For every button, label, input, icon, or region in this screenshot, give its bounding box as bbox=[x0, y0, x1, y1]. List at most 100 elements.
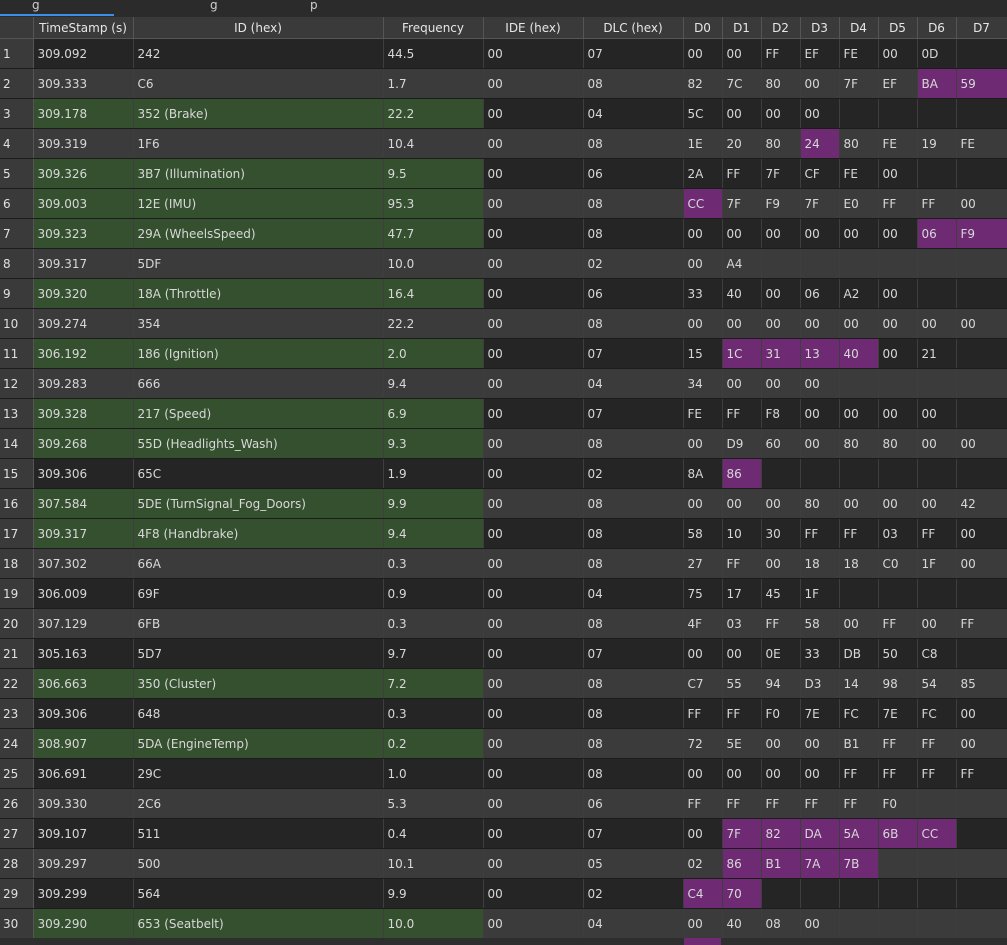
data-byte-cell-d7[interactable]: FF bbox=[956, 608, 1007, 639]
ide-cell[interactable]: 00 bbox=[483, 638, 584, 669]
data-byte-cell-d6[interactable] bbox=[917, 368, 957, 399]
data-byte-cell-d0[interactable]: 1E bbox=[683, 128, 723, 159]
row-number[interactable]: 9 bbox=[0, 278, 34, 309]
row-number[interactable]: 13 bbox=[0, 398, 34, 429]
data-byte-cell-d4[interactable]: 7F bbox=[839, 68, 879, 99]
timestamp-cell[interactable]: 309.107 bbox=[33, 818, 134, 849]
timestamp-cell[interactable]: 309.317 bbox=[33, 518, 134, 549]
timestamp-cell[interactable]: 309.283 bbox=[33, 368, 134, 399]
data-byte-cell-d3[interactable]: 7F bbox=[800, 188, 840, 219]
frequency-cell[interactable]: 1.7 bbox=[383, 68, 484, 99]
data-byte-cell-d6[interactable]: FF bbox=[917, 188, 957, 219]
dlc-cell[interactable]: 08 bbox=[583, 218, 684, 249]
row-number[interactable]: 20 bbox=[0, 608, 34, 639]
frequency-cell[interactable]: 1.0 bbox=[383, 758, 484, 789]
data-byte-cell-d6[interactable]: FC bbox=[917, 698, 957, 729]
timestamp-cell[interactable]: 308.907 bbox=[33, 728, 134, 759]
frequency-cell[interactable]: 9.7 bbox=[383, 638, 484, 669]
row-number[interactable]: 24 bbox=[0, 728, 34, 759]
data-byte-cell-d4[interactable] bbox=[839, 908, 879, 939]
data-byte-cell-d1[interactable]: 17 bbox=[722, 578, 762, 609]
timestamp-cell[interactable]: 309.333 bbox=[33, 68, 134, 99]
data-byte-cell-d5[interactable] bbox=[878, 458, 918, 489]
id-cell[interactable]: 2C6 bbox=[133, 788, 384, 819]
dlc-cell[interactable]: 07 bbox=[583, 638, 684, 669]
row-number[interactable]: 6 bbox=[0, 188, 34, 219]
table-row[interactable]: 29 309.299 564 9.9 00 02 C4 70 bbox=[0, 878, 1007, 909]
data-byte-cell-d7[interactable] bbox=[956, 908, 1007, 939]
data-byte-cell-d7[interactable] bbox=[956, 458, 1007, 489]
data-byte-cell-d1[interactable]: 10 bbox=[722, 518, 762, 549]
data-byte-cell-d1[interactable]: A4 bbox=[722, 248, 762, 279]
changed-byte-cell-d4[interactable]: 5A bbox=[839, 818, 879, 849]
table-row[interactable]: 1 309.092 242 44.5 00 07 00 00 FF EF FE 00 0D bbox=[0, 38, 1007, 69]
row-number[interactable]: 15 bbox=[0, 458, 34, 489]
table-row[interactable]: 4 309.319 1F6 10.4 00 08 1E 20 80 24 80 FE 19 FE bbox=[0, 128, 1007, 159]
data-byte-cell-d1[interactable]: 7C bbox=[722, 68, 762, 99]
column-header-d0[interactable]: D0 bbox=[683, 17, 723, 39]
table-row[interactable]: 21 305.163 5D7 9.7 00 07 00 00 0E 33 DB 50 C8 bbox=[0, 638, 1007, 669]
dlc-cell[interactable]: 04 bbox=[583, 98, 684, 129]
data-byte-cell-d0[interactable]: FF bbox=[683, 788, 723, 819]
data-byte-cell-d0[interactable]: 15 bbox=[683, 338, 723, 369]
data-byte-cell-d3[interactable]: EF bbox=[800, 38, 840, 69]
data-byte-cell-d1[interactable]: 00 bbox=[722, 368, 762, 399]
row-number[interactable]: 14 bbox=[0, 428, 34, 459]
data-byte-cell-d2[interactable]: 45 bbox=[761, 578, 801, 609]
data-byte-cell-d5[interactable] bbox=[878, 908, 918, 939]
row-number[interactable]: 17 bbox=[0, 518, 34, 549]
dlc-cell[interactable]: 05 bbox=[583, 848, 684, 879]
data-byte-cell-d2[interactable]: 0E bbox=[761, 638, 801, 669]
data-byte-cell-d7[interactable] bbox=[956, 158, 1007, 189]
timestamp-cell[interactable]: 309.299 bbox=[33, 878, 134, 909]
row-number[interactable]: 19 bbox=[0, 578, 34, 609]
data-byte-cell-d6[interactable]: 21 bbox=[917, 338, 957, 369]
data-byte-cell-d3[interactable]: 7E bbox=[800, 698, 840, 729]
data-byte-cell-d0[interactable]: 27 bbox=[683, 548, 723, 579]
frequency-cell[interactable]: 9.9 bbox=[383, 488, 484, 519]
data-byte-cell-d3[interactable]: 80 bbox=[800, 488, 840, 519]
data-byte-cell-d1[interactable]: 00 bbox=[722, 218, 762, 249]
timestamp-cell[interactable]: 306.192 bbox=[33, 338, 134, 369]
timestamp-cell[interactable]: 307.584 bbox=[33, 488, 134, 519]
data-byte-cell-d0[interactable]: 33 bbox=[683, 278, 723, 309]
data-byte-cell-d6[interactable]: 54 bbox=[917, 668, 957, 699]
data-byte-cell-d6[interactable]: FF bbox=[917, 518, 957, 549]
data-byte-cell-d1[interactable]: 20 bbox=[722, 128, 762, 159]
data-byte-cell-d1[interactable]: 40 bbox=[722, 908, 762, 939]
frequency-cell[interactable]: 44.5 bbox=[383, 38, 484, 69]
ide-cell[interactable]: 00 bbox=[483, 608, 584, 639]
data-byte-cell-d4[interactable]: FC bbox=[839, 698, 879, 729]
data-byte-cell-d0[interactable]: 00 bbox=[683, 908, 723, 939]
frequency-cell[interactable]: 95.3 bbox=[383, 188, 484, 219]
timestamp-cell[interactable]: 306.691 bbox=[33, 758, 134, 789]
id-cell[interactable]: 6FB bbox=[133, 608, 384, 639]
data-byte-cell-d3[interactable]: 00 bbox=[800, 68, 840, 99]
data-byte-cell-d2[interactable]: 00 bbox=[761, 278, 801, 309]
data-byte-cell-d1[interactable]: FF bbox=[722, 398, 762, 429]
data-byte-cell-d0[interactable]: 00 bbox=[683, 308, 723, 339]
data-byte-cell-d5[interactable]: 00 bbox=[878, 398, 918, 429]
data-byte-cell-d7[interactable]: FF bbox=[956, 758, 1007, 789]
ide-cell[interactable]: 00 bbox=[483, 398, 584, 429]
frequency-cell[interactable]: 2.0 bbox=[383, 338, 484, 369]
data-byte-cell-d7[interactable]: 00 bbox=[956, 308, 1007, 339]
data-byte-cell-d7[interactable] bbox=[956, 98, 1007, 129]
data-byte-cell-d4[interactable]: A2 bbox=[839, 278, 879, 309]
ide-cell[interactable]: 00 bbox=[483, 338, 584, 369]
row-number[interactable]: 3 bbox=[0, 98, 34, 129]
data-byte-cell-d5[interactable]: 00 bbox=[878, 38, 918, 69]
row-number[interactable]: 18 bbox=[0, 548, 34, 579]
ide-cell[interactable]: 00 bbox=[483, 98, 584, 129]
id-cell[interactable]: 1F6 bbox=[133, 128, 384, 159]
data-byte-cell-d5[interactable]: F0 bbox=[878, 788, 918, 819]
data-byte-cell-d2[interactable] bbox=[761, 878, 801, 909]
data-byte-cell-d1[interactable]: 00 bbox=[722, 758, 762, 789]
data-byte-cell-d0[interactable]: FF bbox=[683, 698, 723, 729]
timestamp-cell[interactable]: 309.306 bbox=[33, 698, 134, 729]
id-cell[interactable]: 29A (WheelsSpeed) bbox=[133, 218, 384, 249]
table-row[interactable]: 12 309.283 666 9.4 00 04 34 00 00 00 bbox=[0, 368, 1007, 399]
row-number[interactable]: 4 bbox=[0, 128, 34, 159]
table-row[interactable]: 20 307.129 6FB 0.3 00 08 4F 03 FF 58 00 FF 00 FF bbox=[0, 608, 1007, 639]
id-cell[interactable]: 65C bbox=[133, 458, 384, 489]
